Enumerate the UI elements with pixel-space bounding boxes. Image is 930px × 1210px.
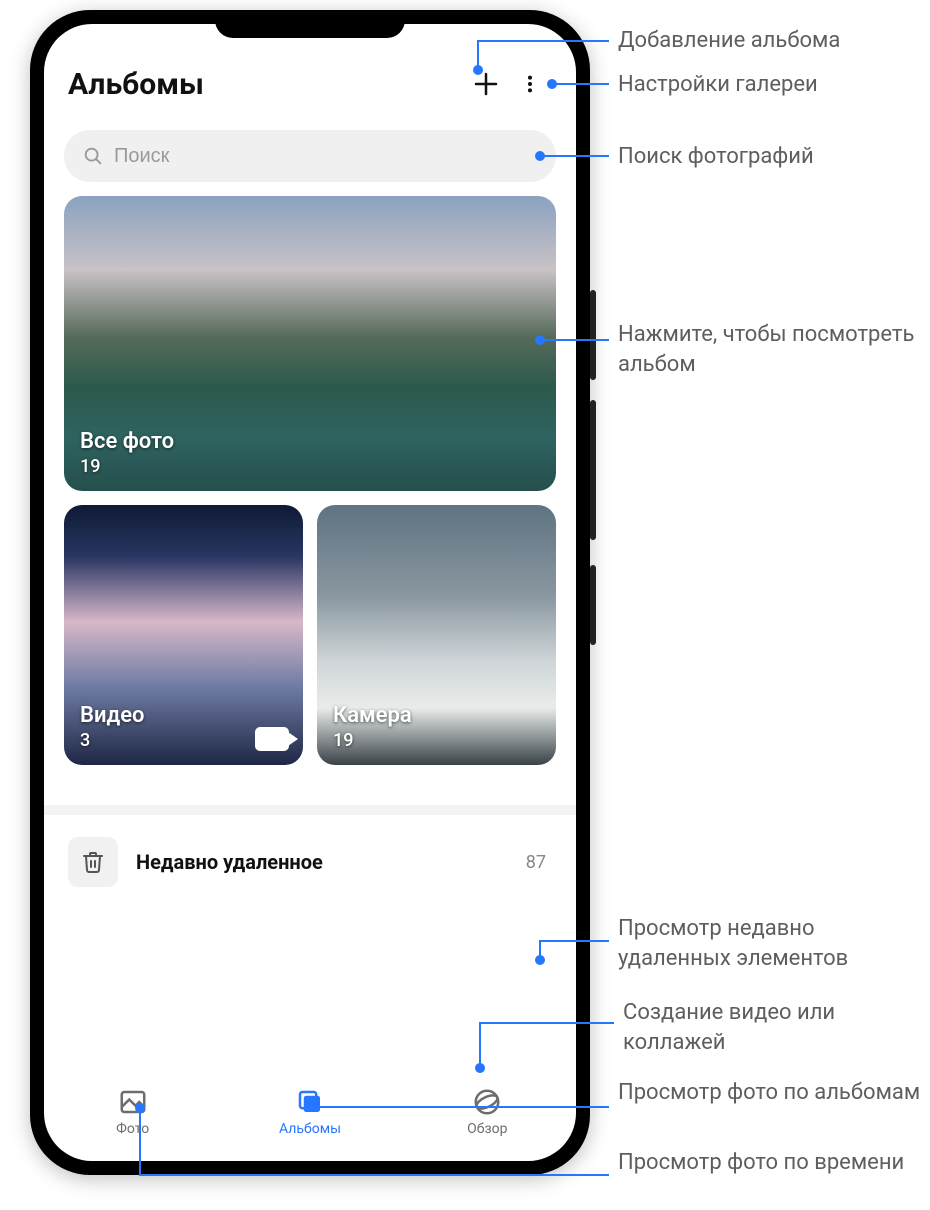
- trash-icon-box: [68, 837, 118, 887]
- callout-search: Поиск фотографий: [618, 142, 814, 172]
- album-name: Видео: [80, 703, 145, 728]
- discover-nav-icon: [472, 1087, 502, 1117]
- add-album-button[interactable]: [464, 62, 508, 106]
- nav-discover[interactable]: Обзор: [399, 1075, 576, 1149]
- photo-nav-icon: [118, 1087, 148, 1117]
- plus-icon: [471, 69, 501, 99]
- phone-frame: Альбомы Все фото 19 Видео: [30, 10, 590, 1175]
- nav-label: Обзор: [467, 1121, 507, 1137]
- callout-add-album: Добавление альбома: [618, 26, 840, 56]
- album-count: 19: [80, 456, 174, 477]
- search-bar[interactable]: [64, 130, 556, 182]
- callout-open-album: Нажмите, чтобы посмотреть альбом: [618, 320, 928, 379]
- album-name: Все фото: [80, 429, 174, 454]
- albums-content: Все фото 19 Видео 3 Камера 19: [44, 196, 576, 1075]
- header: Альбомы: [44, 24, 576, 116]
- trash-icon: [81, 850, 105, 874]
- callout-discover: Создание видео или коллажей: [623, 998, 930, 1057]
- album-video[interactable]: Видео 3: [64, 505, 303, 765]
- search-input[interactable]: [114, 145, 538, 168]
- nav-label: Альбомы: [279, 1121, 341, 1137]
- section-divider: [44, 805, 576, 815]
- album-camera[interactable]: Камера 19: [317, 505, 556, 765]
- album-all-photos[interactable]: Все фото 19: [64, 196, 556, 491]
- album-count: 19: [333, 730, 412, 751]
- callout-by-time: Просмотр фото по времени: [618, 1148, 904, 1178]
- nav-photos[interactable]: Фото: [44, 1075, 221, 1149]
- phone-side-button: [590, 400, 596, 540]
- recently-deleted-row[interactable]: Недавно удаленное 87: [64, 815, 556, 909]
- phone-side-button: [590, 290, 596, 380]
- album-label: Видео 3: [80, 703, 145, 751]
- recently-deleted-label: Недавно удаленное: [136, 850, 508, 874]
- nav-albums[interactable]: Альбомы: [221, 1075, 398, 1149]
- albums-nav-icon: [295, 1087, 325, 1117]
- callout-settings: Настройки галереи: [618, 70, 818, 100]
- page-title: Альбомы: [68, 67, 464, 102]
- video-icon: [255, 727, 289, 751]
- screen: Альбомы Все фото 19 Видео: [44, 24, 576, 1161]
- bottom-nav: Фото Альбомы Обзор: [44, 1075, 576, 1161]
- callout-recent-del: Просмотр недавно удаленных элементов: [618, 914, 928, 973]
- recently-deleted-count: 87: [526, 852, 552, 873]
- nav-label: Фото: [116, 1121, 149, 1137]
- gallery-settings-button[interactable]: [508, 62, 552, 106]
- more-vertical-icon: [519, 71, 541, 97]
- album-count: 3: [80, 730, 145, 751]
- album-name: Камера: [333, 703, 412, 728]
- callout-by-albums: Просмотр фото по альбомам: [618, 1078, 920, 1108]
- phone-side-button: [590, 565, 596, 645]
- album-label: Все фото 19: [80, 429, 174, 477]
- search-icon: [82, 145, 104, 167]
- album-label: Камера 19: [333, 703, 412, 751]
